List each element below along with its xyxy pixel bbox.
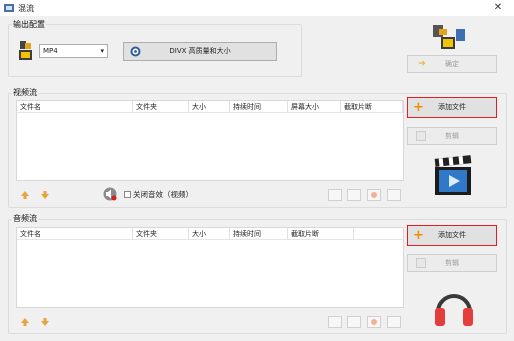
format-select[interactable]: MP4 ▾	[39, 44, 108, 58]
audio-clip-label: 剪辑	[445, 259, 459, 267]
format-select-value: MP4	[43, 47, 58, 55]
video-add-file-button[interactable]: + 添加文件	[407, 97, 497, 118]
video-clip-label: 剪辑	[445, 132, 459, 140]
video-stream-label: 视频流	[12, 87, 38, 98]
video-tool-button-1[interactable]	[328, 189, 342, 201]
audio-stream-label: 音频流	[12, 213, 38, 224]
move-up-icon[interactable]	[20, 190, 30, 200]
video-file-list[interactable]: 文件名 文件夹 大小 持续时间 屏幕大小 截取片断	[16, 100, 404, 181]
video-clip-button[interactable]: 剪辑	[407, 127, 497, 145]
audio-add-file-button[interactable]: + 添加文件	[407, 225, 497, 246]
video-list-header: 文件名 文件夹 大小 持续时间 屏幕大小 截取片断	[17, 101, 403, 113]
codec-settings-label: DIVX 高质量和大小	[169, 47, 231, 55]
audio-tool-button-4[interactable]	[387, 316, 401, 328]
window-title: 混流	[18, 4, 34, 13]
audio-add-file-label: 添加文件	[438, 231, 466, 239]
delete-icon	[371, 192, 377, 198]
audio-col-duration[interactable]: 持续时间	[230, 228, 288, 240]
video-col-clip[interactable]: 截取片断	[341, 101, 403, 113]
plus-icon: +	[413, 228, 424, 243]
video-add-file-label: 添加文件	[438, 103, 466, 111]
video-col-screen-size[interactable]: 屏幕大小	[288, 101, 341, 113]
plus-icon: +	[413, 100, 424, 115]
video-col-filename[interactable]: 文件名	[17, 101, 133, 113]
video-col-duration[interactable]: 持续时间	[230, 101, 288, 113]
audio-col-clip[interactable]: 截取片断	[288, 228, 354, 240]
audio-col-folder[interactable]: 文件夹	[133, 228, 189, 240]
video-col-size[interactable]: 大小	[189, 101, 230, 113]
video-col-folder[interactable]: 文件夹	[133, 101, 189, 113]
mute-checkbox[interactable]	[124, 191, 131, 198]
video-tool-button-3[interactable]	[367, 189, 381, 201]
mute-speaker-icon	[103, 187, 117, 201]
title-bar: 混流 ✕	[0, 0, 514, 16]
audio-tool-button-2[interactable]	[347, 316, 361, 328]
audio-col-filename[interactable]: 文件名	[17, 228, 133, 240]
audio-list-header: 文件名 文件夹 大小 持续时间 截取片断	[17, 228, 403, 240]
app-icon	[4, 4, 14, 12]
codec-disc-icon	[130, 46, 141, 57]
audio-move-up-icon[interactable]	[20, 317, 30, 327]
film-music-icon	[433, 25, 465, 49]
close-icon[interactable]: ✕	[491, 2, 505, 14]
chevron-down-icon: ▾	[100, 47, 104, 55]
audio-file-list[interactable]: 文件名 文件夹 大小 持续时间 截取片断	[16, 227, 404, 308]
arrow-right-icon: ➔	[418, 59, 426, 69]
video-tool-button-4[interactable]	[387, 189, 401, 201]
audio-col-size[interactable]: 大小	[189, 228, 230, 240]
confirm-button[interactable]: ➔ 确定	[407, 55, 497, 73]
scissors-icon	[416, 131, 426, 141]
audio-move-down-icon[interactable]	[40, 317, 50, 327]
move-down-icon[interactable]	[40, 190, 50, 200]
audio-tool-button-3[interactable]	[367, 316, 381, 328]
mute-checkbox-label: 关闭音效（视频）	[133, 190, 193, 199]
output-format-icon	[19, 41, 32, 60]
clapperboard-icon	[434, 155, 472, 195]
audio-tool-button-1[interactable]	[328, 316, 342, 328]
confirm-label: 确定	[445, 60, 459, 68]
headphones-icon	[435, 294, 473, 326]
video-tool-button-2[interactable]	[347, 189, 361, 201]
scissors-icon	[416, 258, 426, 268]
codec-settings-button[interactable]: DIVX 高质量和大小	[123, 42, 277, 61]
audio-clip-button[interactable]: 剪辑	[407, 254, 497, 272]
delete-icon	[371, 319, 377, 325]
output-config-label: 输出配置	[12, 19, 46, 30]
